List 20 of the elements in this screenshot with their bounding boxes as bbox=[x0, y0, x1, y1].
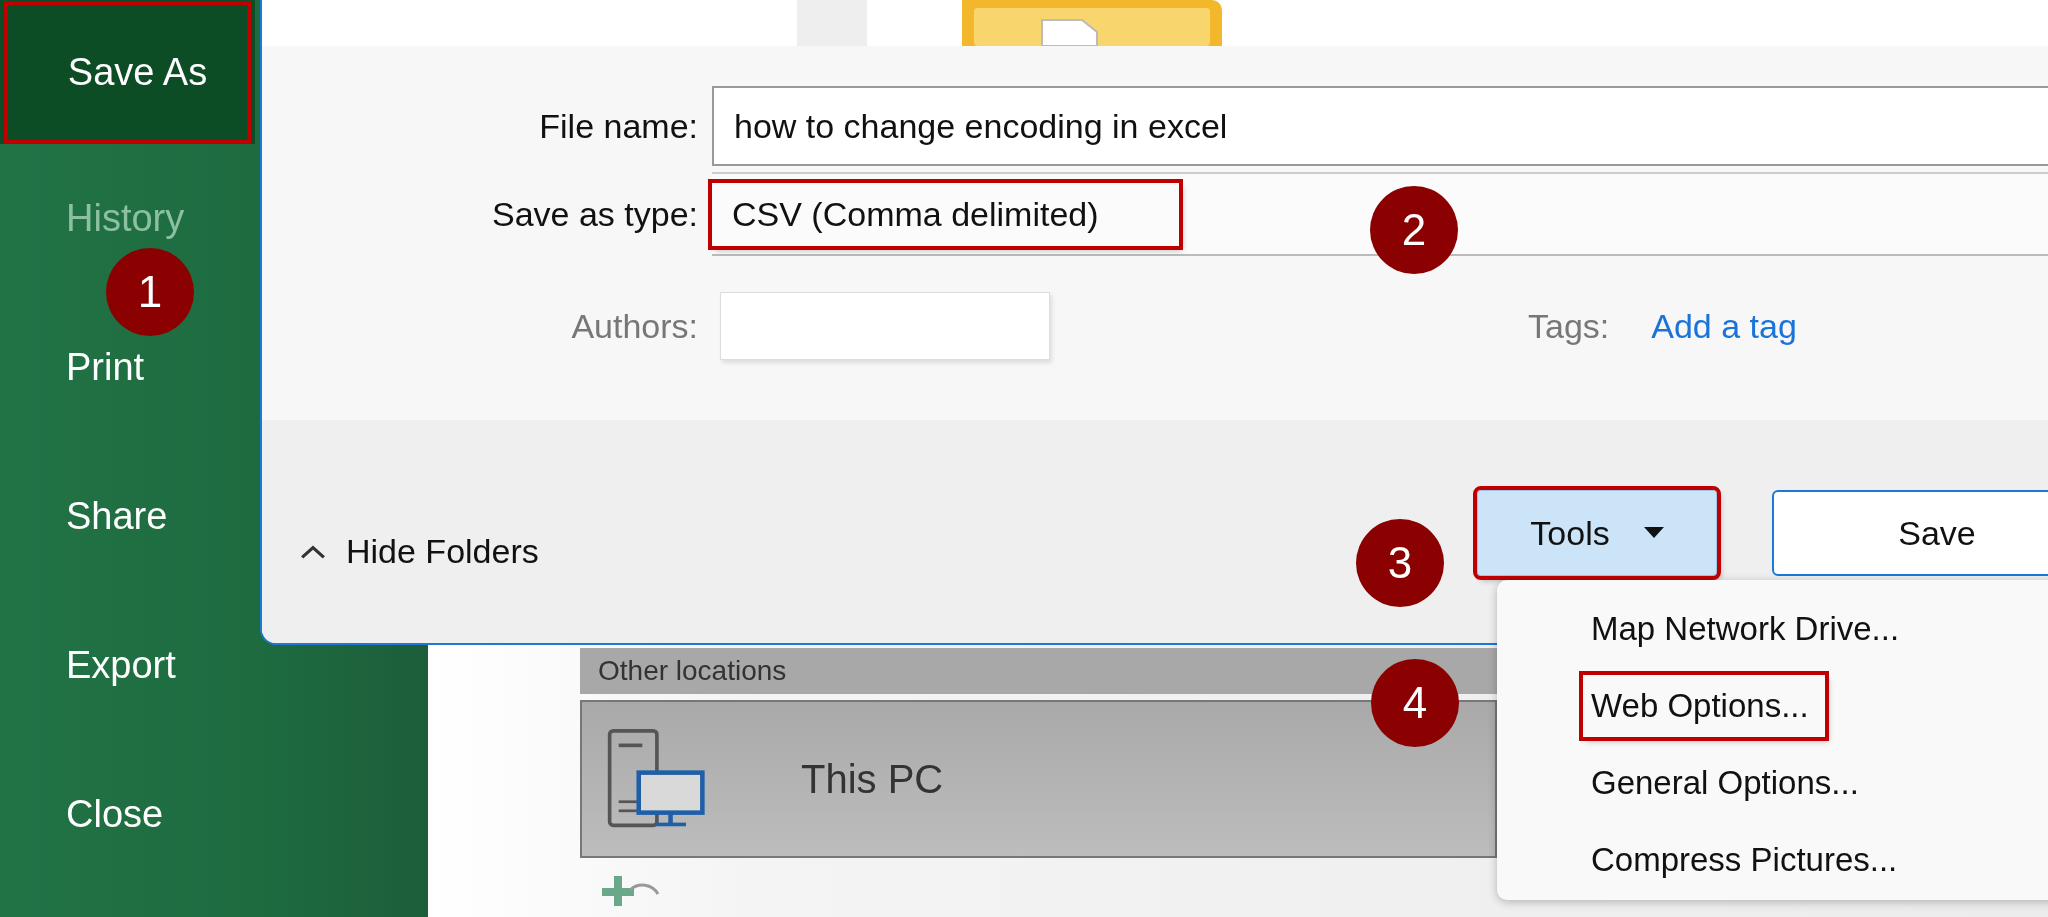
field-label: File name: bbox=[538, 106, 699, 146]
file-name-field[interactable]: how to change encoding in excel bbox=[712, 86, 2048, 166]
menu-item[interactable]: Export bbox=[58, 640, 184, 691]
menu-item[interactable]: Print bbox=[58, 342, 153, 393]
field-label: Tags: bbox=[1528, 306, 1610, 346]
field-label: Authors: bbox=[570, 306, 699, 346]
save-button[interactable]: Save bbox=[1772, 490, 2048, 576]
chevron-up-icon bbox=[300, 543, 326, 560]
hide-folders-button[interactable]: Hide Folders bbox=[292, 528, 547, 575]
location-label: This PC bbox=[801, 756, 944, 802]
add-place-icon bbox=[600, 876, 660, 906]
caret-icon bbox=[1643, 527, 1664, 539]
menu-item[interactable]: Share bbox=[58, 491, 176, 542]
menu-item[interactable]: General Options... bbox=[1583, 755, 1867, 810]
menu-item[interactable]: Map Network Drive... bbox=[1583, 601, 1908, 656]
authors-field[interactable] bbox=[720, 292, 1050, 360]
menu-item[interactable]: Compress Pictures... bbox=[1583, 832, 1906, 887]
field-label: Save as type: bbox=[491, 194, 699, 234]
add-tag-link[interactable]: Add a tag bbox=[1651, 306, 1797, 346]
menu-item[interactable]: Close bbox=[58, 789, 172, 840]
